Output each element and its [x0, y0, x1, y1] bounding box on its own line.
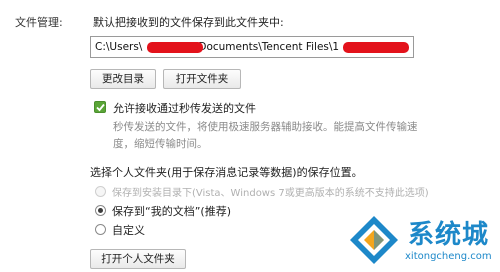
radio-install-dir-label: 保存到安装目录下(Vista、Windows 7或更高版本的系统不支持此选项) — [112, 188, 429, 199]
radio-my-documents-label: 保存到“我的文档”(推荐) — [112, 205, 231, 218]
redaction-mark-account — [343, 42, 409, 53]
allow-transfer-label[interactable]: 允许接收通过秒传发送的文件 — [113, 100, 256, 116]
save-path-field[interactable]: C:\Users\Documents\Tencent Files\1\ — [90, 36, 414, 58]
path-segment-users: C:\Users\ — [95, 41, 143, 53]
checkmark-icon — [96, 103, 105, 112]
radio-my-documents[interactable] — [95, 205, 106, 216]
change-directory-button[interactable]: 更改目录 — [90, 69, 156, 89]
path-segment-documents: Documents\Tencent Files\1 — [198, 41, 340, 53]
watermark-logo-icon — [350, 216, 398, 264]
redaction-mark-username — [147, 42, 203, 53]
file-management-label: 文件管理: — [15, 16, 63, 29]
transfer-hint-line1: 秒传发送的文件，将使用极速服务器辅助接收。能提高文件传输速 — [113, 121, 418, 133]
watermark-domain: xitongcheng.com — [405, 251, 492, 262]
open-folder-button[interactable]: 打开文件夹 — [163, 69, 241, 89]
transfer-hint-line2: 度，缩短传输时间。 — [113, 138, 208, 150]
open-personal-folder-button[interactable]: 打开个人文件夹 — [90, 249, 186, 269]
radio-install-dir[interactable] — [95, 186, 106, 197]
radio-custom[interactable] — [95, 224, 106, 235]
allow-transfer-checkbox[interactable] — [94, 101, 106, 113]
save-folder-description: 默认把接收到的文件保存到此文件夹中: — [93, 16, 284, 29]
watermark-brand: 系统城 — [408, 220, 490, 250]
radio-custom-label: 自定义 — [112, 224, 145, 237]
personal-folder-heading: 选择个人文件夹(用于保存消息记录等数据)的保存位置。 — [90, 166, 363, 179]
radio-selected-dot — [98, 208, 103, 213]
